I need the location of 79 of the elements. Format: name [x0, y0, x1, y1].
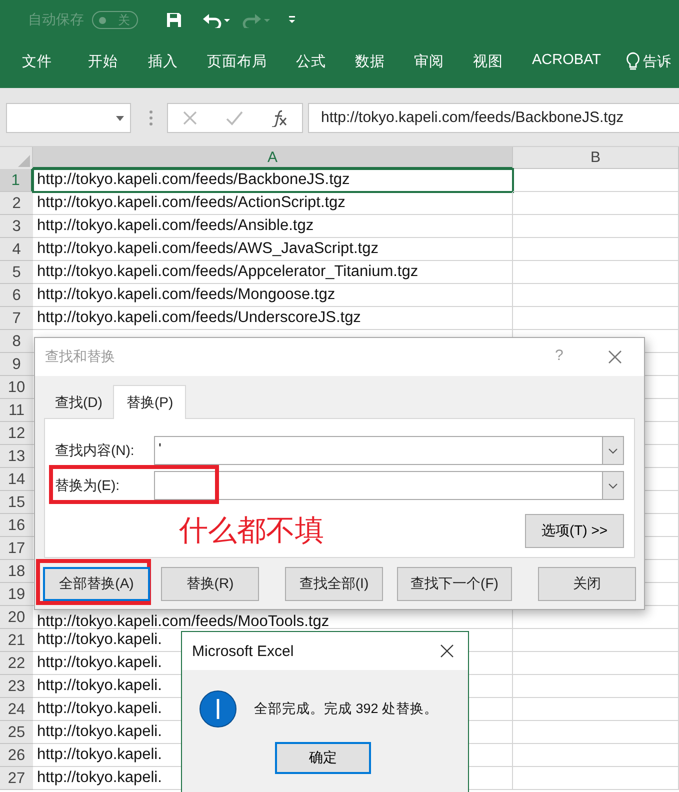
ribbon-tab[interactable]: 审阅: [414, 52, 444, 71]
ribbon-tab[interactable]: 开始: [88, 52, 118, 71]
row-header[interactable]: 12: [0, 422, 33, 445]
name-box[interactable]: [6, 103, 131, 133]
row-header[interactable]: 4: [0, 238, 33, 261]
row-header[interactable]: 26: [0, 744, 33, 767]
column-header[interactable]: B: [513, 147, 679, 169]
row-header[interactable]: 1: [0, 169, 33, 192]
cancel-icon[interactable]: [182, 110, 198, 126]
ribbon-tab[interactable]: 页面布局: [207, 52, 267, 71]
dropdown-button[interactable]: [602, 472, 623, 499]
dialog-title: 查找和替换: [45, 348, 115, 366]
table-cell: http://tokyo.kapeli.com/feeds/Mongoose.tgz: [33, 284, 513, 307]
row-header[interactable]: 2: [0, 192, 33, 215]
dropdown-button[interactable]: [602, 437, 623, 464]
dialog-button[interactable]: 替换(R): [161, 567, 259, 601]
input-field[interactable]: [154, 471, 624, 500]
row-header[interactable]: 8: [0, 330, 33, 353]
row-header[interactable]: 18: [0, 560, 33, 583]
table-cell: http://tokyo.kapeli.com/feeds/BackboneJS.tgz: [33, 169, 513, 192]
undo-icon[interactable]: [202, 12, 230, 28]
ribbon-tab[interactable]: 视图: [473, 52, 503, 71]
row-header[interactable]: 20: [0, 606, 33, 629]
field-label: 查找内容(N):: [55, 442, 136, 460]
row-header[interactable]: 6: [0, 284, 33, 307]
dialog-button[interactable]: 关闭: [538, 567, 636, 601]
ribbon-tab[interactable]: 插入: [148, 52, 178, 71]
formula-field[interactable]: http://tokyo.kapeli.com/feeds/BackboneJS.tgz: [308, 103, 679, 133]
ribbon-tab[interactable]: 公式: [296, 52, 326, 71]
autosave-label: 自动保存: [28, 11, 84, 29]
row-header[interactable]: 27: [0, 767, 33, 790]
close-icon[interactable]: [440, 644, 454, 658]
table-cell: http://tokyo.kapeli.com/feeds/ActionScript.tgz: [33, 192, 513, 215]
row-header[interactable]: 19: [0, 583, 33, 606]
table-cell: http://tokyo.kapeli.com/feeds/UnderscoreJS.tgz: [33, 307, 513, 330]
ribbon-tab[interactable]: 数据: [355, 52, 385, 71]
row-header[interactable]: 14: [0, 468, 33, 491]
table-cell: http://tokyo.kapeli.com/feeds/Ansible.tgz: [33, 215, 513, 238]
row-header[interactable]: 11: [0, 399, 33, 422]
lightbulb-icon[interactable]: [626, 52, 640, 72]
row-header[interactable]: 15: [0, 491, 33, 514]
annotation-text: 什么都不填: [179, 512, 324, 549]
row-header[interactable]: 10: [0, 376, 33, 399]
dialog-button[interactable]: 查找下一个(F): [397, 567, 512, 601]
grip-icon: [149, 110, 153, 126]
table-cell: http://tokyo.kapeli.com/feeds/Appcelerator_Titanium.tgz: [33, 261, 513, 284]
ribbon-tab[interactable]: ACROBAT: [532, 52, 602, 68]
row-header[interactable]: 23: [0, 675, 33, 698]
customize-icon[interactable]: [288, 15, 296, 25]
message-text: 全部完成。完成 392 处替换。: [254, 700, 438, 718]
row-header[interactable]: 5: [0, 261, 33, 284]
field-label: 替换为(E):: [55, 476, 121, 494]
dialog-button[interactable]: 全部替换(A): [43, 567, 150, 601]
save-icon[interactable]: [166, 12, 182, 28]
row-header[interactable]: 17: [0, 537, 33, 560]
row-header[interactable]: 21: [0, 629, 33, 652]
dialog-tab[interactable]: 查找(D): [44, 388, 114, 418]
table-cell: http://tokyo.kapeli.com/feeds/AWS_JavaScript.tgz: [33, 238, 513, 261]
tell-me-label[interactable]: 告诉: [643, 53, 671, 71]
row-header[interactable]: 24: [0, 698, 33, 721]
options-button[interactable]: 选项(T) >>: [525, 514, 624, 548]
input-field[interactable]: ': [154, 436, 624, 465]
function-icon[interactable]: [270, 109, 288, 127]
column-header[interactable]: A: [33, 147, 513, 169]
dialog-button[interactable]: 查找全部(I): [285, 567, 383, 601]
row-header[interactable]: 22: [0, 652, 33, 675]
row-header[interactable]: 9: [0, 353, 33, 376]
check-icon[interactable]: [224, 110, 243, 126]
row-header[interactable]: 16: [0, 514, 33, 537]
row-header[interactable]: 3: [0, 215, 33, 238]
caret-icon: [608, 448, 618, 454]
ribbon-tab[interactable]: 文件: [22, 52, 52, 71]
row-header[interactable]: 7: [0, 307, 33, 330]
info-icon: [199, 690, 237, 728]
ok-button[interactable]: 确定: [275, 742, 371, 774]
dialog-tab[interactable]: 替换(P): [113, 385, 186, 419]
row-header[interactable]: 25: [0, 721, 33, 744]
row-header[interactable]: 13: [0, 445, 33, 468]
caret-icon: [608, 482, 618, 488]
